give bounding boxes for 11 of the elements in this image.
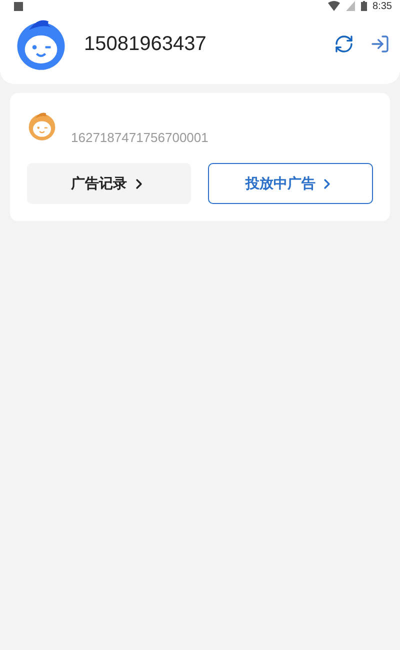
ad-button[interactable]: 广告记录: [27, 163, 190, 204]
phone-number: 15081963437: [84, 32, 208, 56]
avatar-icon: [27, 111, 57, 141]
account-id: 1627187471756700001: [71, 130, 208, 145]
signal-icon: [346, 1, 355, 11]
wifi-icon: [328, 1, 340, 11]
picture-icon: [14, 2, 23, 10]
ad-button[interactable]: 投放中广告: [208, 163, 373, 204]
status-time: 8:35: [372, 0, 392, 12]
avatar-icon: [14, 17, 68, 71]
battery-icon: [360, 1, 367, 11]
